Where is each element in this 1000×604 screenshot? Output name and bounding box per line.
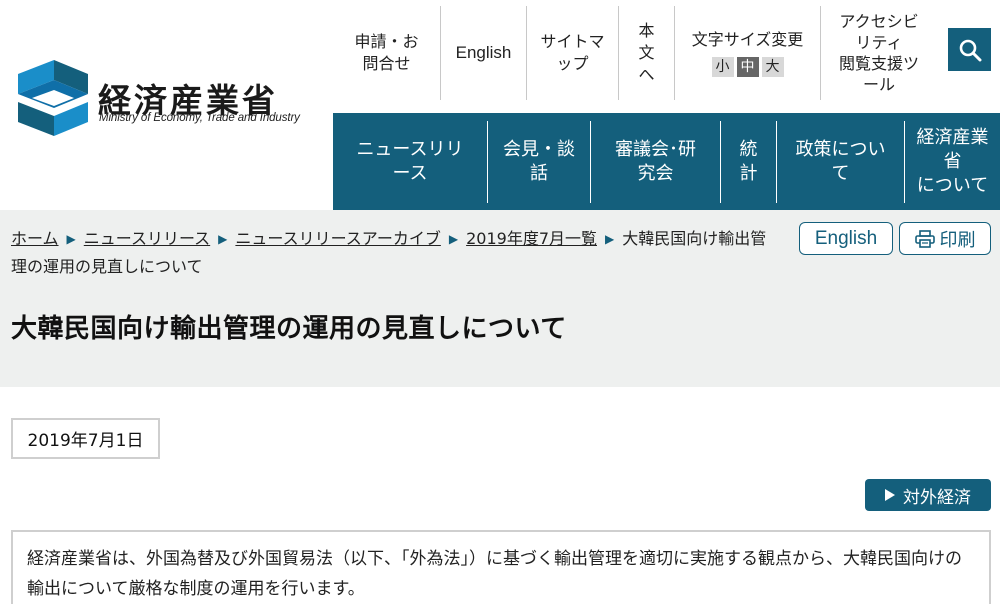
nav-press-line-2: 話	[530, 163, 548, 184]
main-navigation: ニュースリリ ース 会見・談話 審議会･研究会 統計 政策について 経済産業省につ…	[333, 113, 1000, 210]
apply-contact-line-2: 問合せ	[362, 54, 411, 73]
font-size-medium-button[interactable]: 中	[736, 57, 759, 77]
nav-policy-line-2: て	[831, 163, 850, 184]
skip-to-body-link[interactable]: 本文へ	[619, 6, 675, 100]
breadcrumb-home[interactable]: ホーム	[11, 229, 59, 248]
font-size-small-button[interactable]: 小	[711, 57, 734, 77]
font-size-control: 文字サイズ変更 小 中 大	[675, 6, 821, 100]
summary-box: 経済産業省は、外国為替及び外国貿易法（以下、「外為法」）に基づく輸出管理を適切に…	[11, 530, 991, 604]
print-button[interactable]: 印刷	[899, 222, 991, 255]
font-size-large-button[interactable]: 大	[761, 57, 784, 77]
english-page-button[interactable]: English	[799, 222, 893, 255]
nav-about-meti[interactable]: 経済産業省について	[905, 121, 1000, 203]
sitemap-link[interactable]: サイトマ ップ	[527, 6, 619, 100]
utility-menu: 申請・お問合せ English サイトマップ 本文へ 文字サイズ変更 小 中 大…	[333, 0, 1000, 102]
access-line-1: アクセシビ	[839, 12, 919, 31]
breadcrumb-arrow-icon: ▶	[66, 232, 76, 246]
print-label: 印刷	[939, 229, 976, 251]
nav-press-conference[interactable]: 会見・談話	[488, 121, 591, 203]
search-button[interactable]	[948, 28, 991, 71]
search-icon	[959, 39, 981, 61]
breadcrumb: ホーム ▶ ニュースリリース ▶ ニュースリリースアーカイブ ▶ 2019年度7月一覧 ▶ 大韓…	[11, 225, 771, 281]
apply-contact-line-1: 申請・お	[354, 32, 419, 51]
category-label: 対外経済	[903, 487, 971, 508]
font-size-label: 文字サイズ変更	[691, 30, 804, 49]
nav-news-line-1: ニュースリリ	[356, 139, 464, 160]
skip-line-3: へ	[638, 65, 655, 84]
breadcrumb-arrow-icon: ▶	[605, 232, 615, 246]
skip-line-1: 本	[638, 21, 655, 40]
accessibility-tool-link[interactable]: アクセシビリティ閲覧支援ツール	[821, 6, 937, 100]
font-size-buttons: 小 中 大	[711, 57, 784, 77]
site-header: 経済産業省 Ministry of Economy, Trade and Ind…	[0, 0, 1000, 210]
release-date: 2019年7月1日	[11, 418, 160, 459]
access-line-4: ール	[862, 75, 895, 94]
nav-about-line-1: 経済産業	[916, 127, 989, 148]
page-title: 大韓民国向け輸出管理の運用の見直しについて	[11, 314, 567, 344]
skip-line-2: 文	[638, 43, 655, 62]
summary-text: 経済産業省は、外国為替及び外国貿易法（以下、「外為法」）に基づく輸出管理を適切に…	[27, 549, 962, 599]
nav-news-line-2: ース	[392, 163, 428, 184]
apply-contact-link[interactable]: 申請・お 問合せ	[333, 6, 441, 100]
breadcrumb-news-archive[interactable]: ニュースリリースアーカイブ	[235, 229, 440, 248]
breadcrumb-news-release[interactable]: ニュースリリース	[84, 229, 210, 248]
nav-council-line-2: 究会	[637, 163, 674, 184]
nav-council-line-1: 審議会･研	[615, 139, 696, 160]
nav-stats-line-1: 統	[739, 139, 758, 160]
english-link[interactable]: English	[441, 6, 527, 100]
nav-about-line-3: について	[916, 175, 989, 196]
play-arrow-icon	[885, 489, 895, 501]
nav-council[interactable]: 審議会･研究会	[591, 121, 721, 203]
access-line-3: 閲覧支援ツ	[838, 54, 919, 73]
logo-name-en: Ministry of Economy, Trade and Industry	[99, 112, 300, 124]
nav-news-release[interactable]: ニュースリリ ース	[333, 121, 488, 203]
nav-stats-line-2: 計	[739, 163, 758, 184]
printer-icon	[914, 229, 935, 248]
sitemap-line-1: サイトマ	[540, 32, 605, 51]
nav-about-line-2: 省	[943, 151, 962, 172]
breadcrumb-arrow-icon: ▶	[448, 232, 459, 246]
breadcrumb-month-list[interactable]: 2019年度7月一覧	[466, 229, 597, 248]
sitemap-line-2: ップ	[556, 54, 589, 73]
access-line-2: リティ	[855, 33, 903, 52]
nav-policy-line-1: 政策につい	[795, 139, 886, 160]
meti-emblem-icon	[18, 60, 88, 136]
nav-policy[interactable]: 政策について	[777, 121, 905, 203]
nav-statistics[interactable]: 統計	[721, 121, 777, 203]
meti-logo[interactable]: 経済産業省 Ministry of Economy, Trade and Ind…	[18, 60, 318, 140]
breadcrumb-arrow-icon: ▶	[218, 232, 228, 246]
title-band: ホーム ▶ ニュースリリース ▶ ニュースリリースアーカイブ ▶ 2019年度7月一覧 ▶ 大韓…	[0, 210, 1000, 387]
category-link[interactable]: 対外経済	[865, 479, 991, 511]
nav-press-line-1: 会見・談	[503, 139, 575, 160]
